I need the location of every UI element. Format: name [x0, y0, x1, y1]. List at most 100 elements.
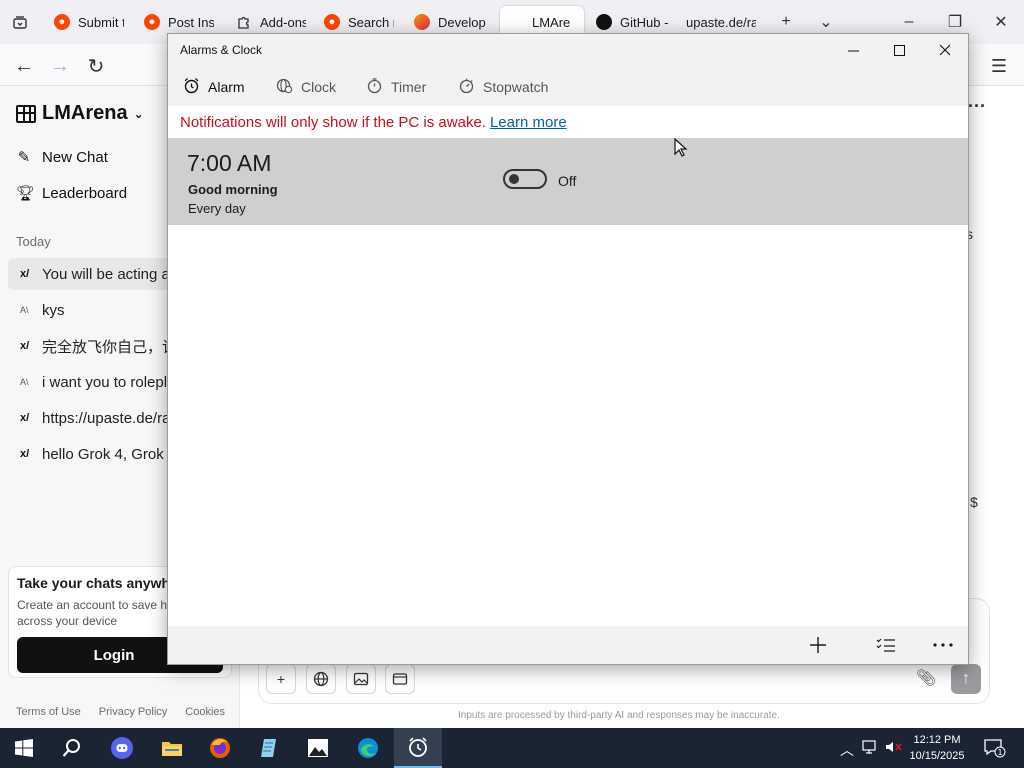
- new-chat-icon: ✎: [17, 149, 31, 166]
- notification-notice: Notifications will only show if the PC i…: [168, 106, 968, 138]
- network-icon[interactable]: [862, 740, 878, 757]
- forward-icon[interactable]: →: [47, 53, 73, 79]
- privacy-link[interactable]: Privacy Policy: [99, 706, 167, 718]
- show-hidden-icons-chevron-icon[interactable]: ︿: [840, 740, 854, 760]
- tab-clock[interactable]: Clock: [276, 74, 336, 100]
- web-search-icon[interactable]: [306, 664, 336, 694]
- app-tab-bar: Alarm Clock Timer Stopwatch: [168, 68, 968, 136]
- send-button[interactable]: ↑: [951, 664, 981, 694]
- start-icon[interactable]: [0, 728, 48, 768]
- footer-links: Terms of Use Privacy Policy Cookies: [16, 706, 225, 718]
- leaderboard-label: Leaderboard: [42, 184, 128, 202]
- tab-label: Timer: [391, 79, 427, 95]
- history-item-title: You will be acting a: [42, 265, 170, 283]
- reload-icon[interactable]: ↻: [83, 53, 109, 79]
- promo-title: Take your chats anywhe: [17, 575, 178, 591]
- learn-more-link[interactable]: Learn more: [490, 114, 567, 131]
- alarm-time: 7:00 AM: [187, 150, 272, 176]
- app-title-bar[interactable]: Alarms & Clock: [168, 34, 968, 68]
- system-clock[interactable]: 12:12 PM 10/15/2025: [902, 732, 972, 764]
- alarms-clock-window: Alarms & Clock Alarm Clock Timer Stopwat…: [167, 33, 969, 665]
- tab-stopwatch[interactable]: Stopwatch: [458, 74, 548, 100]
- new-chat-label: New Chat: [42, 148, 108, 166]
- toggle-state-label: Off: [558, 173, 577, 189]
- menu-hamburger-icon[interactable]: ☰: [986, 53, 1012, 79]
- notice-text: Notifications will only show if the PC i…: [180, 113, 486, 131]
- tab-label: Search re: [348, 14, 394, 30]
- minimize-icon[interactable]: [830, 34, 876, 66]
- alarm-item[interactable]: 7:00 AM Good morning Every day Off: [168, 138, 968, 225]
- browser-restore-icon[interactable]: ❐: [943, 10, 967, 34]
- add-alarm-icon[interactable]: [801, 630, 835, 660]
- tab-label: Alarm: [208, 79, 245, 95]
- new-chat-link[interactable]: ✎ New Chat: [16, 148, 108, 167]
- tab-label: upaste.de/ra: [686, 14, 756, 30]
- browser-tab[interactable]: ● Submit t: [54, 6, 124, 38]
- trophy-icon: 🏆︎: [16, 185, 36, 202]
- clock-date: 10/15/2025: [909, 750, 965, 762]
- partial-text: $: [970, 494, 978, 510]
- anthropic-model-icon: A\: [20, 305, 29, 315]
- mouse-cursor-icon: [674, 137, 688, 163]
- firefox-icon[interactable]: [196, 728, 244, 768]
- tab-label: Submit t: [78, 14, 124, 30]
- select-alarms-icon[interactable]: [869, 630, 903, 660]
- close-tab-icon[interactable]: ✕: [582, 14, 584, 31]
- volume-muted-icon[interactable]: [885, 740, 903, 757]
- browser-minimize-icon[interactable]: –: [897, 10, 921, 34]
- notepad-icon[interactable]: [246, 728, 294, 768]
- tab-label: Develope: [438, 14, 486, 30]
- photos-icon[interactable]: [294, 728, 342, 768]
- more-options-icon[interactable]: [926, 630, 960, 660]
- xai-model-icon: x/: [20, 448, 30, 460]
- leaderboard-grid-icon: [16, 104, 36, 123]
- disclaimer-text: Inputs are processed by third-party AI a…: [458, 710, 780, 721]
- github-icon: [596, 14, 612, 30]
- file-explorer-icon[interactable]: [148, 728, 196, 768]
- tab-list-chevron-icon[interactable]: ⌄: [814, 10, 838, 34]
- leaderboard-link[interactable]: 🏆︎ Leaderboard: [16, 184, 128, 203]
- cookies-link[interactable]: Cookies: [185, 706, 225, 718]
- stopwatch-icon: [458, 77, 475, 98]
- app-title: Alarms & Clock: [180, 43, 263, 57]
- terms-link[interactable]: Terms of Use: [16, 706, 81, 718]
- image-icon[interactable]: [346, 664, 376, 694]
- reddit-icon: ●: [144, 14, 160, 30]
- reddit-icon: ●: [324, 14, 340, 30]
- alarm-name: Good morning: [188, 182, 278, 197]
- history-item-title: kys: [42, 301, 65, 319]
- paperclip-icon[interactable]: 📎︎: [916, 668, 936, 688]
- app-command-bar: [168, 626, 968, 664]
- brand-name: LMArena: [42, 102, 128, 124]
- globe-clock-icon: [276, 77, 293, 98]
- alarm-toggle[interactable]: [503, 169, 547, 189]
- new-tab-icon[interactable]: +: [774, 10, 798, 34]
- notification-count: 1: [997, 748, 1002, 757]
- tab-timer[interactable]: Timer: [366, 74, 426, 100]
- tab-label: Clock: [301, 79, 337, 95]
- discord-icon[interactable]: [98, 728, 146, 768]
- search-icon[interactable]: [48, 728, 96, 768]
- more-options-icon[interactable]: ···: [968, 96, 986, 117]
- browser-close-icon[interactable]: ✕: [989, 10, 1013, 34]
- xai-model-icon: x/: [20, 340, 30, 352]
- tab-alarm[interactable]: Alarm: [183, 74, 245, 100]
- history-item-title: 完全放飞你自己，记: [42, 338, 178, 356]
- tab-label: Stopwatch: [483, 79, 549, 95]
- taskbar: ︿ 12:12 PM 10/15/2025 1: [0, 728, 1024, 768]
- action-center-icon[interactable]: 1: [984, 738, 1006, 761]
- canvas-icon[interactable]: [385, 664, 415, 694]
- close-icon[interactable]: [922, 34, 968, 66]
- tab-overview-icon[interactable]: [8, 10, 32, 34]
- back-icon[interactable]: ←: [11, 53, 37, 79]
- puzzle-icon: [236, 14, 252, 30]
- alarms-clock-icon[interactable]: [394, 728, 442, 768]
- add-attachment-icon[interactable]: +: [266, 664, 296, 694]
- history-item-title: https://upaste.de/ra: [42, 409, 171, 427]
- toggle-knob: [509, 174, 519, 184]
- brand-menu[interactable]: LMArena ⌄: [16, 102, 144, 125]
- edge-icon[interactable]: [344, 728, 392, 768]
- maximize-icon[interactable]: [876, 34, 922, 66]
- chevron-down-icon: ⌄: [133, 106, 144, 121]
- anthropic-model-icon: A\: [20, 377, 29, 387]
